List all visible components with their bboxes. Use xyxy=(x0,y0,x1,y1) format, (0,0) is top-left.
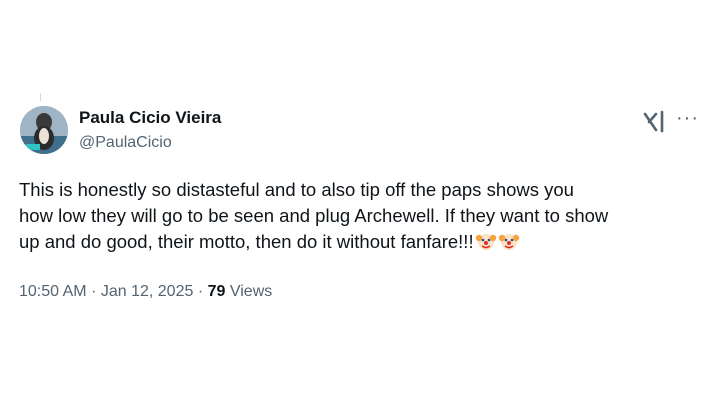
more-options-icon[interactable]: ··· xyxy=(676,108,699,128)
tweet-time-link[interactable]: 10:50 AM · Jan 12, 2025 xyxy=(19,283,193,300)
tweet-date: Jan 12, 2025 xyxy=(100,283,194,300)
avatar[interactable] xyxy=(20,106,68,154)
meta-separator: · xyxy=(91,283,97,300)
tweet-meta: 10:50 AM · Jan 12, 2025 · 79 Views xyxy=(19,282,272,302)
grok-icon[interactable] xyxy=(641,109,667,135)
tweet-text: This is honestly so distasteful and to a… xyxy=(19,177,699,255)
thread-connector xyxy=(40,93,41,101)
meta-separator: · xyxy=(197,283,204,300)
avatar-image xyxy=(20,106,68,154)
tweet-body: This is honestly so distasteful and to a… xyxy=(19,179,609,252)
tweet-time: 10:50 AM xyxy=(19,283,87,300)
author-display-name[interactable]: Paula Cicio Vieira xyxy=(79,108,221,128)
author-handle[interactable]: @PaulaCicio xyxy=(79,133,172,153)
clown-face-emoji-icon xyxy=(475,234,496,250)
clown-face-emoji-icon xyxy=(498,234,519,250)
views-label: Views xyxy=(229,283,273,300)
views-count: 79 xyxy=(207,283,226,300)
